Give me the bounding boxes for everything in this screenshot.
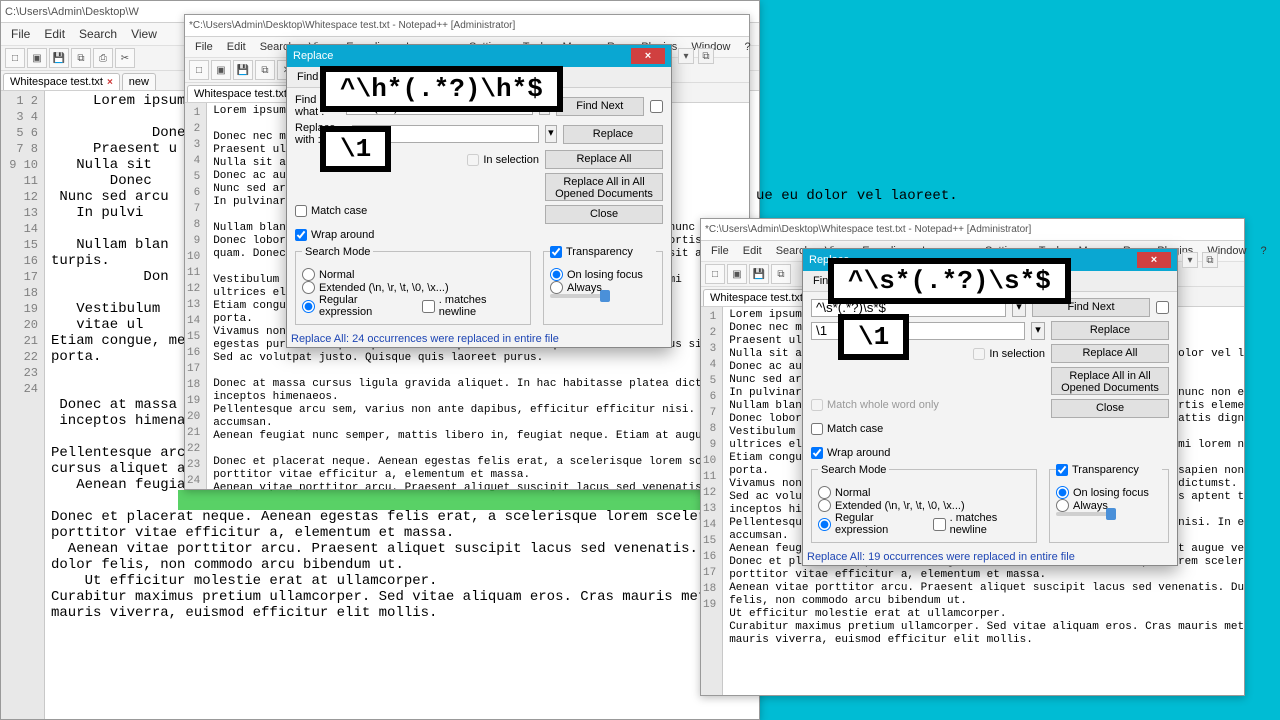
radio-regex[interactable]: Regular expression . matches newline <box>302 294 524 318</box>
open-file-icon[interactable]: ▣ <box>211 60 231 80</box>
menu-file[interactable]: File <box>705 243 735 259</box>
replace-overlay-right: \1 <box>838 314 909 360</box>
find-next-toggle[interactable] <box>1156 301 1169 314</box>
pin-icon[interactable]: ⧉ <box>698 48 714 64</box>
new-file-icon[interactable]: □ <box>705 264 725 284</box>
menu-?[interactable]: ? <box>738 39 756 55</box>
find-overlay-right: ^\s*(.*?)\s*$ <box>828 258 1071 304</box>
expand-icon[interactable]: ▾ <box>1182 252 1198 268</box>
highlight-strip <box>178 490 744 510</box>
transparency-check[interactable]: Transparency <box>1056 464 1162 476</box>
find-overlay-mid: ^\h*(.*?)\h*$ <box>320 66 563 112</box>
dialog-titlebar[interactable]: Replace × <box>287 45 671 67</box>
match-whole-word-check: Match whole word only <box>811 399 939 411</box>
new-file-icon[interactable]: □ <box>189 60 209 80</box>
open-file-icon[interactable]: ▣ <box>727 264 747 284</box>
tab-label: Whitespace test.txt <box>194 88 287 100</box>
replace-all-button[interactable]: Replace All <box>1051 344 1169 363</box>
wrap-around-check[interactable]: Wrap around <box>295 229 374 241</box>
path-label: C:\Users\Admin\Desktop\W <box>5 6 139 18</box>
transparency-check[interactable]: Transparency <box>550 246 656 258</box>
search-mode-label: Search Mode <box>818 464 889 476</box>
wrap-around-check[interactable]: Wrap around <box>811 447 939 459</box>
new-file-icon[interactable]: □ <box>5 48 25 68</box>
save-icon[interactable]: 💾 <box>233 60 253 80</box>
matches-newline-check[interactable] <box>933 518 946 531</box>
save-icon[interactable]: 💾 <box>49 48 69 68</box>
titlebar: *C:\Users\Admin\Desktop\Whitespace test.… <box>185 15 749 37</box>
tab-whitespace[interactable]: Whitespace test.txt × <box>3 73 120 90</box>
transparency-slider[interactable] <box>1056 512 1116 516</box>
radio-on-losing-focus[interactable]: On losing focus <box>550 268 656 281</box>
line-gutter: 1 2 3 4 5 6 7 8 9 10 11 12 13 14 15 16 1… <box>1 91 45 719</box>
menu-edit[interactable]: Edit <box>737 243 768 259</box>
replace-all-opened-button[interactable]: Replace All in All Opened Documents <box>1051 367 1169 395</box>
close-icon[interactable]: × <box>107 77 113 88</box>
dropdown-icon[interactable]: ▾ <box>545 125 557 143</box>
replace-button[interactable]: Replace <box>1051 321 1169 340</box>
pin-icon[interactable]: ⧉ <box>1202 252 1218 268</box>
text-fragment: ue eu dolor vel laoreet. <box>756 188 958 204</box>
find-next-toggle[interactable] <box>650 100 663 113</box>
transparency-slider[interactable] <box>550 294 610 298</box>
replace-overlay-mid: \1 <box>320 126 391 172</box>
menu-edit[interactable]: Edit <box>221 39 252 55</box>
menu-edit[interactable]: Edit <box>38 25 71 43</box>
search-mode-label: Search Mode <box>302 246 373 258</box>
replace-all-opened-button[interactable]: Replace All in All Opened Documents <box>545 173 663 201</box>
cut-icon[interactable]: ✂ <box>115 48 135 68</box>
close-button[interactable]: Close <box>1051 399 1169 418</box>
dialog-ext-icons: ▾ ⧉ <box>1182 252 1218 268</box>
radio-on-losing-focus[interactable]: On losing focus <box>1056 486 1162 499</box>
line-gutter: 1 2 3 4 5 6 7 8 9 10 11 12 13 14 15 16 1… <box>185 103 207 489</box>
radio-extended[interactable]: Extended (\n, \r, \t, \0, \x...) <box>818 499 1030 512</box>
dialog-ext-icons: ▾ ⧉ <box>678 48 714 64</box>
close-icon[interactable]: × <box>631 48 665 64</box>
status-message: Replace All: 24 occurrences were replace… <box>287 331 671 347</box>
tab-label: new <box>129 76 149 88</box>
tab-label: Whitespace test.txt <box>10 76 103 88</box>
dialog-title: Replace <box>293 50 333 62</box>
radio-extended[interactable]: Extended (\n, \r, \t, \0, \x...) <box>302 281 524 294</box>
match-case-check[interactable]: Match case <box>295 205 374 217</box>
save-all-icon[interactable]: ⧉ <box>71 48 91 68</box>
print-icon[interactable]: ⎙ <box>93 48 113 68</box>
status-message: Replace All: 19 occurrences were replace… <box>803 549 1177 565</box>
replace-all-button[interactable]: Replace All <box>545 150 663 169</box>
menu-?[interactable]: ? <box>1254 243 1272 259</box>
match-case-check[interactable]: Match case <box>811 423 939 435</box>
close-button[interactable]: Close <box>545 205 663 224</box>
menu-file[interactable]: File <box>5 25 36 43</box>
radio-regex[interactable]: Regular expression . matches newline <box>818 512 1030 536</box>
path-label: *C:\Users\Admin\Desktop\Whitespace test.… <box>705 224 1031 235</box>
save-all-icon[interactable]: ⧉ <box>771 264 791 284</box>
radio-normal[interactable]: Normal <box>302 268 524 281</box>
save-all-icon[interactable]: ⧉ <box>255 60 275 80</box>
path-label: *C:\Users\Admin\Desktop\Whitespace test.… <box>189 20 515 31</box>
radio-normal[interactable]: Normal <box>818 486 1030 499</box>
line-gutter: 1 2 3 4 5 6 7 8 9 10 11 12 13 14 15 16 1… <box>701 307 723 695</box>
tab-new[interactable]: new <box>122 73 156 90</box>
matches-newline-check[interactable] <box>422 300 435 313</box>
close-icon[interactable]: × <box>1137 252 1171 268</box>
tab-label: Whitespace test.txt <box>710 292 803 304</box>
replace-button[interactable]: Replace <box>563 125 663 144</box>
in-selection-check[interactable]: In selection <box>467 154 539 166</box>
dropdown-icon[interactable]: ▾ <box>1031 322 1045 340</box>
in-selection-check[interactable]: In selection <box>973 348 1045 360</box>
open-file-icon[interactable]: ▣ <box>27 48 47 68</box>
menu-search[interactable]: Search <box>73 25 123 43</box>
expand-icon[interactable]: ▾ <box>678 48 694 64</box>
titlebar: *C:\Users\Admin\Desktop\Whitespace test.… <box>701 219 1244 241</box>
menu-file[interactable]: File <box>189 39 219 55</box>
menu-view[interactable]: View <box>125 25 163 43</box>
find-next-button[interactable]: Find Next <box>556 97 644 116</box>
save-icon[interactable]: 💾 <box>749 264 769 284</box>
